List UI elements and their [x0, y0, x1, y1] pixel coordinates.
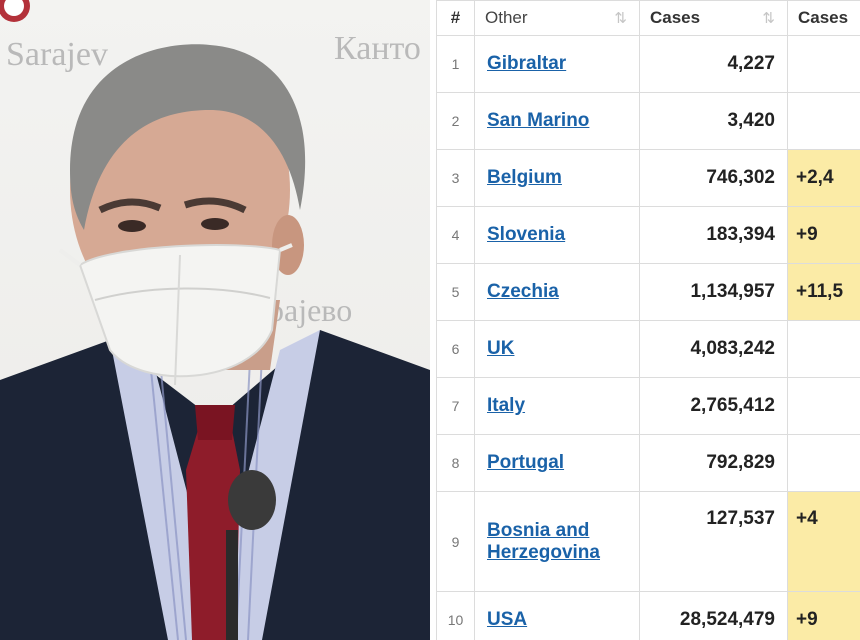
row-rank: 10 — [436, 591, 475, 640]
row-rank: 6 — [436, 320, 475, 378]
row-rank: 1 — [436, 35, 475, 93]
table-row: 4 Slovenia 183,394 +9 — [436, 206, 860, 264]
country-cell: UK — [474, 320, 640, 378]
microphone-stand — [226, 530, 238, 640]
country-link[interactable]: Belgium — [487, 167, 562, 188]
header-total-cases-label: Cases — [650, 8, 701, 27]
row-rank: 2 — [436, 92, 475, 150]
row-rank: 7 — [436, 377, 475, 435]
table-header-row: # Other ⇅ Cases ⇅ Cases — [436, 0, 860, 36]
country-cell: Bosnia and Herzegovina — [474, 491, 640, 592]
table-row: 3 Belgium 746,302 +2,4 — [436, 149, 860, 207]
country-link[interactable]: San Marino — [487, 110, 589, 131]
country-link[interactable]: UK — [487, 338, 514, 359]
total-cases-cell: 792,829 — [639, 434, 788, 492]
header-total-cases[interactable]: Cases ⇅ — [639, 0, 788, 36]
header-country-label: Other — [485, 8, 528, 27]
country-cell: Italy — [474, 377, 640, 435]
header-country[interactable]: Other ⇅ — [474, 0, 640, 36]
country-link[interactable]: Slovenia — [487, 224, 565, 245]
total-cases-cell: 28,524,479 — [639, 591, 788, 640]
sort-arrows-icon[interactable]: ⇅ — [762, 9, 775, 27]
total-cases-cell: 127,537 — [639, 491, 788, 592]
microphone — [228, 470, 276, 530]
table-row: 2 San Marino 3,420 — [436, 92, 860, 150]
new-cases-cell: +4 — [787, 491, 860, 592]
new-cases-cell — [787, 434, 860, 492]
country-link[interactable]: Portugal — [487, 452, 564, 473]
row-rank: 4 — [436, 206, 475, 264]
total-cases-cell: 1,134,957 — [639, 263, 788, 321]
country-cell: San Marino — [474, 92, 640, 150]
country-link[interactable]: Bosnia and Herzegovina — [487, 520, 600, 563]
new-cases-cell — [787, 35, 860, 93]
cases-table-panel: # Other ⇅ Cases ⇅ Cases 1 Gibraltar 4,227 2… — [436, 0, 860, 640]
country-link[interactable]: Czechia — [487, 281, 559, 302]
total-cases-cell: 3,420 — [639, 92, 788, 150]
country-cell: Slovenia — [474, 206, 640, 264]
header-new-cases-label: Cases — [798, 8, 849, 27]
row-rank: 8 — [436, 434, 475, 492]
country-link[interactable]: Gibraltar — [487, 53, 566, 74]
total-cases-cell: 2,765,412 — [639, 377, 788, 435]
country-cell: Portugal — [474, 434, 640, 492]
table-row: 6 UK 4,083,242 — [436, 320, 860, 378]
new-cases-cell: +9 — [787, 591, 860, 640]
table-row: 5 Czechia 1,134,957 +11,5 — [436, 263, 860, 321]
press-photo: Sarajev Канто рајево — [0, 0, 430, 640]
table-row: 7 Italy 2,765,412 — [436, 377, 860, 435]
person-illustration — [0, 0, 430, 640]
new-cases-cell — [787, 92, 860, 150]
country-link[interactable]: Italy — [487, 395, 525, 416]
row-rank: 9 — [436, 491, 475, 592]
sort-arrows-icon[interactable]: ⇅ — [614, 9, 627, 27]
new-cases-cell: +9 — [787, 206, 860, 264]
cases-table: # Other ⇅ Cases ⇅ Cases 1 Gibraltar 4,227 2… — [436, 0, 860, 640]
new-cases-cell — [787, 320, 860, 378]
total-cases-cell: 4,227 — [639, 35, 788, 93]
table-row: 9 Bosnia and Herzegovina 127,537 +4 — [436, 491, 860, 592]
country-cell: Gibraltar — [474, 35, 640, 93]
country-cell: Belgium — [474, 149, 640, 207]
total-cases-cell: 183,394 — [639, 206, 788, 264]
country-link[interactable]: USA — [487, 609, 527, 630]
table-row: 8 Portugal 792,829 — [436, 434, 860, 492]
new-cases-cell: +2,4 — [787, 149, 860, 207]
country-cell: Czechia — [474, 263, 640, 321]
new-cases-cell — [787, 377, 860, 435]
country-cell: USA — [474, 591, 640, 640]
total-cases-cell: 746,302 — [639, 149, 788, 207]
header-rank: # — [436, 0, 475, 36]
table-row: 1 Gibraltar 4,227 — [436, 35, 860, 93]
row-rank: 5 — [436, 263, 475, 321]
new-cases-cell: +11,5 — [787, 263, 860, 321]
row-rank: 3 — [436, 149, 475, 207]
total-cases-cell: 4,083,242 — [639, 320, 788, 378]
table-row: 10 USA 28,524,479 +9 — [436, 591, 860, 640]
header-new-cases[interactable]: Cases — [787, 0, 860, 36]
